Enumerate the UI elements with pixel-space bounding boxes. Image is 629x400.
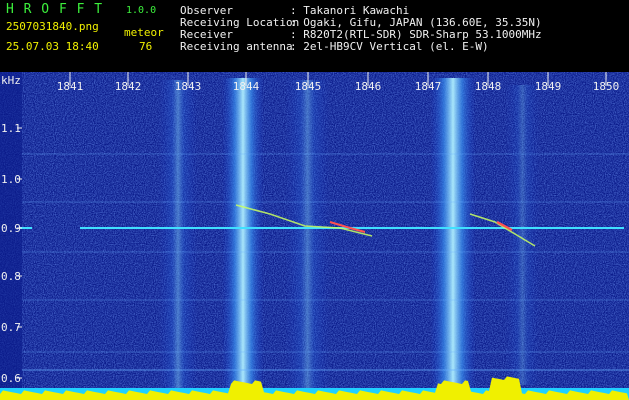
noise-band xyxy=(505,85,540,385)
time-tick-label: 1841 xyxy=(57,80,84,93)
time-tick-label: 1849 xyxy=(535,80,562,93)
time-tick-label: 1844 xyxy=(233,80,260,93)
axis-unit-label: kHz xyxy=(1,74,21,87)
time-tick-label: 1848 xyxy=(475,80,502,93)
noise-band xyxy=(285,80,330,390)
noise-band xyxy=(222,78,264,390)
time-tick-label: 1847 xyxy=(415,80,442,93)
spectrogram: 1841 1842 1843 1844 1845 1846 1847 1848 1849 1850… xyxy=(0,72,629,400)
time-tick-label: 1850 xyxy=(593,80,620,93)
time-tick-label: 1843 xyxy=(175,80,202,93)
time-tick-label: 1842 xyxy=(115,80,142,93)
time-tick-label: 1845 xyxy=(295,80,322,93)
time-tick-label: 1846 xyxy=(355,80,382,93)
noise-band xyxy=(430,78,476,390)
noise-band xyxy=(158,80,198,390)
